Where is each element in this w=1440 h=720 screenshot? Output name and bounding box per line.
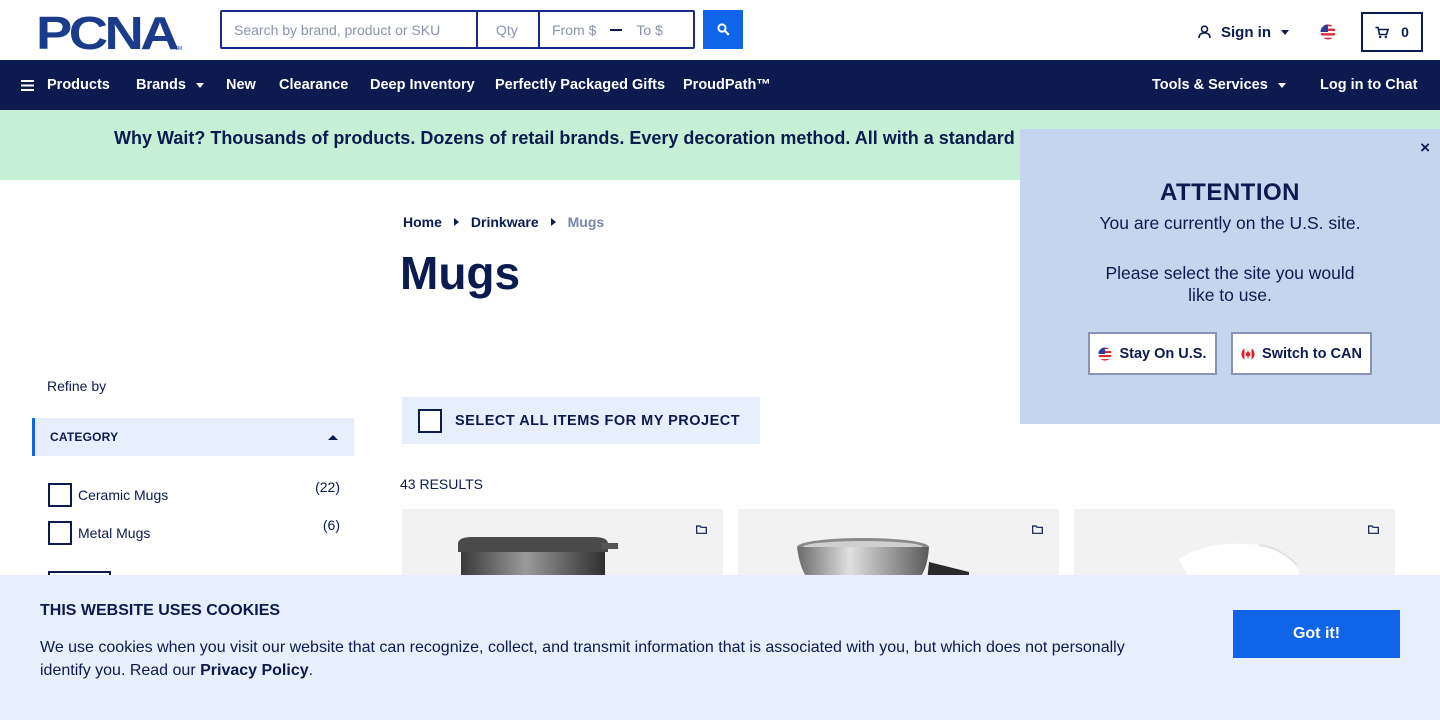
nav-tools-label: Tools & Services	[1152, 77, 1268, 93]
price-from-input[interactable]: From $	[552, 22, 596, 38]
folder-icon[interactable]	[696, 525, 707, 534]
got-it-button[interactable]: Got it!	[1233, 610, 1400, 658]
nav-log-in-chat[interactable]: Log in to Chat	[1320, 60, 1417, 110]
stay-on-us-button[interactable]: Stay On U.S.	[1088, 332, 1217, 375]
select-all-checkbox[interactable]	[418, 408, 442, 433]
switch-to-can-button[interactable]: Switch to CAN	[1231, 332, 1372, 375]
svg-text:TM: TM	[175, 46, 182, 52]
category-header-label: CATEGORY	[50, 430, 119, 444]
nav-brands[interactable]: Brands	[136, 60, 204, 110]
chevron-up-icon	[328, 435, 338, 440]
search-button[interactable]	[703, 10, 743, 49]
category-filter-header[interactable]: CATEGORY	[32, 418, 354, 456]
product-card[interactable]	[738, 509, 1059, 579]
user-icon	[1198, 25, 1211, 39]
promo-text: Why Wait? Thousands of products. Dozens …	[114, 128, 1015, 148]
category-checkbox[interactable]	[48, 521, 72, 545]
breadcrumb: Home Drinkware Mugs	[403, 214, 604, 230]
nav-clearance[interactable]: Clearance	[279, 60, 348, 110]
breadcrumb-current: Mugs	[567, 214, 605, 230]
price-to-input[interactable]: To $	[636, 22, 662, 38]
product-image-steel-mug	[797, 538, 969, 579]
chevron-down-icon	[1281, 29, 1289, 35]
chevron-down-icon	[1277, 82, 1286, 88]
category-option-metal-mugs[interactable]: Metal Mugs (6)	[48, 517, 340, 545]
chevron-down-icon	[195, 82, 204, 88]
product-card[interactable]	[402, 509, 723, 579]
dialog-prompt: Please select the site you would like to…	[1105, 263, 1355, 305]
cart-count: 0	[1401, 24, 1409, 40]
site-select-dialog: × ATTENTION You are currently on the U.S…	[1020, 129, 1440, 424]
range-dash	[610, 28, 623, 31]
category-count: (22)	[315, 479, 340, 495]
search-icon	[716, 23, 730, 36]
category-checkbox[interactable]	[48, 483, 72, 507]
canada-flag-icon	[1241, 346, 1255, 361]
dialog-title: ATTENTION	[1159, 179, 1301, 206]
product-image-white-mug	[1179, 543, 1299, 579]
nav-deep-inventory[interactable]: Deep Inventory	[370, 60, 475, 110]
select-all-label: SELECT ALL ITEMS FOR MY PROJECT	[455, 412, 741, 429]
qty-input[interactable]: Qty	[478, 12, 540, 47]
category-label: Ceramic Mugs	[78, 487, 169, 503]
breadcrumb-home[interactable]: Home	[403, 214, 442, 230]
product-card[interactable]	[1074, 509, 1395, 579]
nav-products-label: Products	[47, 77, 110, 93]
nav-products[interactable]: Products	[21, 60, 110, 110]
category-label: Metal Mugs	[78, 525, 151, 541]
folder-icon[interactable]	[1368, 525, 1379, 534]
category-count: (6)	[322, 517, 340, 533]
refine-by-label: Refine by	[47, 378, 107, 394]
nav-proudpath[interactable]: ProudPath™	[683, 60, 771, 110]
svg-text:PCNA: PCNA	[36, 12, 178, 52]
site-header: PCNA TM Search by brand, product or SKU …	[0, 0, 1440, 60]
page-title: Mugs	[400, 247, 521, 299]
cart-button[interactable]: 0	[1361, 12, 1423, 52]
stay-on-us-label: Stay On U.S.	[1119, 345, 1207, 362]
sign-in-label: Sign in	[1221, 23, 1271, 41]
main-nav: Products Brands New Clearance Deep Inven…	[0, 60, 1440, 110]
privacy-policy-link[interactable]: Privacy Policy	[200, 662, 309, 679]
cookie-banner: THIS WEBSITE USES COOKIES We use cookies…	[0, 575, 1440, 720]
chevron-right-icon	[453, 218, 459, 226]
close-icon[interactable]: ×	[1420, 138, 1430, 158]
product-image-travel-mug	[458, 537, 618, 579]
nav-brands-label: Brands	[136, 77, 186, 93]
menu-icon	[21, 79, 34, 91]
dialog-message: You are currently on the U.S. site.	[1099, 213, 1361, 233]
select-all-items[interactable]: SELECT ALL ITEMS FOR MY PROJECT	[402, 397, 760, 444]
cart-icon	[1375, 26, 1390, 38]
pcna-logo[interactable]: PCNA TM	[36, 12, 184, 52]
cookie-text: We use cookies when you visit our websit…	[40, 636, 1160, 682]
us-flag-icon[interactable]	[1320, 24, 1336, 40]
switch-to-can-label: Switch to CAN	[1262, 345, 1362, 362]
nav-tools-services[interactable]: Tools & Services	[1152, 60, 1286, 110]
chevron-right-icon	[550, 218, 556, 226]
results-count: 43 RESULTS	[400, 476, 483, 492]
category-option-ceramic-mugs[interactable]: Ceramic Mugs (22)	[48, 479, 340, 507]
cookie-body-end: .	[308, 662, 314, 679]
us-flag-icon	[1098, 346, 1113, 361]
sign-in-menu[interactable]: Sign in	[1198, 22, 1289, 42]
price-range: From $ To $	[540, 12, 693, 47]
folder-icon[interactable]	[1032, 525, 1043, 534]
search-form: Search by brand, product or SKU Qty From…	[220, 10, 695, 49]
breadcrumb-drinkware[interactable]: Drinkware	[471, 214, 539, 230]
search-input[interactable]: Search by brand, product or SKU	[222, 12, 478, 47]
nav-perfectly-packaged-gifts[interactable]: Perfectly Packaged Gifts	[495, 60, 665, 110]
cookie-heading: THIS WEBSITE USES COOKIES	[40, 602, 281, 619]
nav-new[interactable]: New	[226, 60, 256, 110]
